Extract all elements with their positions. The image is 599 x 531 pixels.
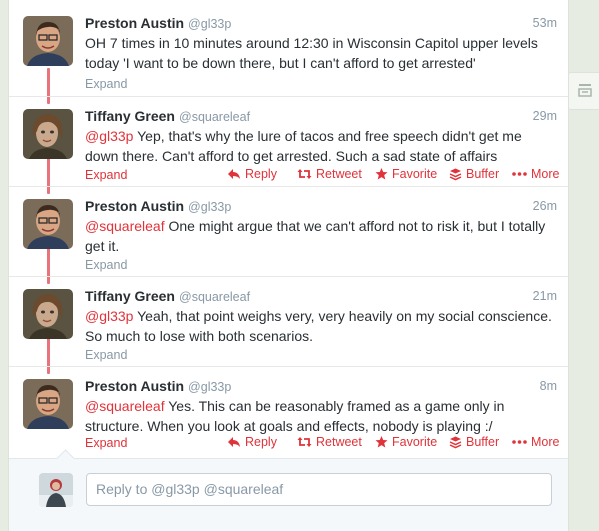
star-icon: [375, 436, 388, 448]
reply-button[interactable]: Reply: [227, 435, 277, 449]
more-dots-icon: [512, 172, 527, 176]
author-handle[interactable]: @squareleaf: [179, 290, 250, 304]
retweet-label: Retweet: [316, 167, 362, 181]
avatar[interactable]: [23, 16, 73, 66]
side-tab-button[interactable]: [568, 72, 599, 110]
retweet-label: Retweet: [316, 435, 362, 449]
retweet-icon: [297, 169, 312, 179]
favorite-label: Favorite: [392, 435, 438, 449]
author-handle[interactable]: @gl33p: [188, 17, 231, 31]
conversation-panel: Preston Austin @gl33p 53m OH 7 times in 1…: [8, 0, 569, 531]
favorite-button[interactable]: Favorite: [375, 435, 437, 449]
timestamp[interactable]: 53m: [533, 16, 557, 30]
reply-arrow-icon: [228, 169, 240, 179]
more-label: More: [531, 167, 560, 181]
expand-link[interactable]: Expand: [85, 77, 127, 91]
buffer-label: Buffer: [466, 435, 500, 449]
tweet-text-body: Yep, that's why the lure of tacos and fr…: [85, 128, 522, 164]
mention-link[interactable]: @squareleaf: [85, 398, 165, 414]
buffer-stack-icon: [449, 168, 462, 180]
buffer-stack-icon: [449, 436, 462, 448]
retweet-button[interactable]: Retweet: [297, 167, 362, 181]
reply-input[interactable]: Reply to @gl33p @squareleaf: [86, 473, 552, 506]
tweet-text-body: Yeah, that point weighs very, very heavi…: [85, 308, 552, 344]
reply-label: Reply: [245, 167, 277, 181]
author-name[interactable]: Preston Austin: [85, 15, 184, 31]
timestamp[interactable]: 29m: [533, 109, 557, 123]
tweet[interactable]: Tiffany Green @squareleaf 21m @gl33p Yeah…: [9, 277, 568, 366]
expand-link[interactable]: Expand: [85, 258, 127, 272]
reply-arrow-icon: [228, 437, 240, 447]
expand-link[interactable]: Expand: [85, 436, 127, 450]
reply-composer: Reply to @gl33p @squareleaf: [9, 449, 568, 531]
timestamp[interactable]: 8m: [540, 379, 557, 393]
timestamp[interactable]: 26m: [533, 199, 557, 213]
more-button[interactable]: More: [512, 435, 559, 449]
favorite-button[interactable]: Favorite: [375, 167, 437, 181]
expand-link[interactable]: Expand: [85, 168, 127, 182]
tweet-text: @gl33p Yep, that's why the lure of tacos…: [85, 126, 557, 166]
retweet-button[interactable]: Retweet: [297, 435, 362, 449]
tweet[interactable]: Preston Austin @gl33p 26m @squareleaf One…: [9, 187, 568, 276]
tweet-text: @gl33p Yeah, that point weighs very, ver…: [85, 306, 557, 346]
avatar[interactable]: [23, 289, 73, 339]
star-icon: [375, 168, 388, 180]
author-name[interactable]: Preston Austin: [85, 198, 184, 214]
author-handle[interactable]: @gl33p: [188, 200, 231, 214]
buffer-label: Buffer: [466, 167, 500, 181]
author-handle[interactable]: @gl33p: [188, 380, 231, 394]
more-label: More: [531, 435, 560, 449]
tweet[interactable]: Preston Austin @gl33p 8m @squareleaf Yes.…: [9, 367, 568, 457]
buffer-button[interactable]: Buffer: [449, 435, 499, 449]
favorite-label: Favorite: [392, 167, 438, 181]
mention-link[interactable]: @gl33p: [85, 128, 133, 144]
mention-link[interactable]: @squareleaf: [85, 218, 165, 234]
tweet-text-body: OH 7 times in 10 minutes around 12:30 in…: [85, 35, 538, 71]
more-button[interactable]: More: [512, 167, 559, 181]
current-user-avatar[interactable]: [39, 473, 73, 507]
author-name[interactable]: Preston Austin: [85, 378, 184, 394]
reply-label: Reply: [245, 435, 277, 449]
reply-button[interactable]: Reply: [227, 167, 277, 181]
tweet-text: OH 7 times in 10 minutes around 12:30 in…: [85, 33, 557, 73]
tweet[interactable]: Tiffany Green @squareleaf 29m @gl33p Yep,…: [9, 97, 568, 186]
tweet-text: @squareleaf One might argue that we can'…: [85, 216, 557, 256]
avatar[interactable]: [23, 109, 73, 159]
avatar[interactable]: [23, 379, 73, 429]
buffer-button[interactable]: Buffer: [449, 167, 499, 181]
mention-link[interactable]: @gl33p: [85, 308, 133, 324]
retweet-icon: [297, 437, 312, 447]
avatar[interactable]: [23, 199, 73, 249]
expand-link[interactable]: Expand: [85, 348, 127, 362]
inbox-tray-icon: [578, 84, 592, 97]
author-handle[interactable]: @squareleaf: [179, 110, 250, 124]
author-name[interactable]: Tiffany Green: [85, 108, 175, 124]
tweet-text: @squareleaf Yes. This can be reasonably …: [85, 396, 557, 436]
author-name[interactable]: Tiffany Green: [85, 288, 175, 304]
timestamp[interactable]: 21m: [533, 289, 557, 303]
tweet[interactable]: Preston Austin @gl33p 53m OH 7 times in 1…: [9, 0, 568, 96]
more-dots-icon: [512, 440, 527, 444]
